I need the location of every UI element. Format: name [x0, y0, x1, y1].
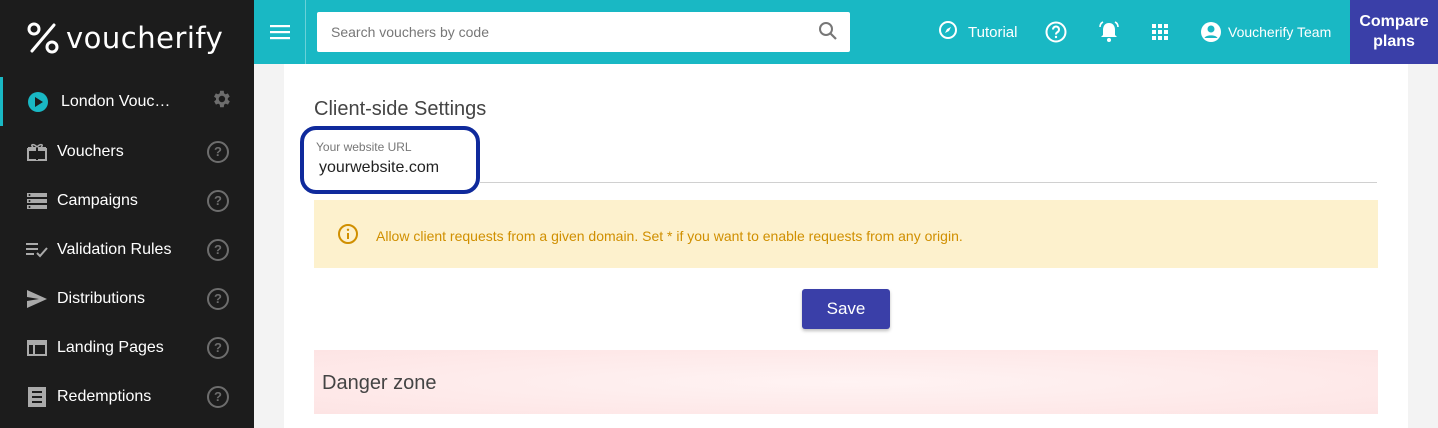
redemptions-icon: [26, 386, 48, 408]
user-menu[interactable]: Voucherify Team: [1200, 0, 1331, 64]
help-icon[interactable]: ?: [207, 287, 229, 310]
tutorial-button[interactable]: Tutorial: [938, 0, 1017, 64]
help-icon[interactable]: ?: [207, 189, 229, 212]
campaigns-icon: [26, 190, 48, 212]
help-icon[interactable]: ?: [207, 140, 229, 163]
search-box: [317, 12, 850, 52]
help-icon[interactable]: ?: [207, 238, 229, 261]
website-url-label: Your website URL: [316, 140, 412, 154]
sidebar-item-validation-rules[interactable]: Validation Rules ?: [0, 225, 254, 274]
topbar: Tutorial Voucherify Team Compare plans: [254, 0, 1438, 64]
sidebar-item-label: Redemptions: [57, 387, 152, 405]
apps-grid-icon: [1152, 24, 1168, 40]
website-url-field[interactable]: yourwebsite.com: [319, 159, 439, 177]
logo[interactable]: voucherify: [0, 0, 254, 76]
help-icon[interactable]: ?: [207, 385, 229, 408]
info-banner: Allow client requests from a given domai…: [314, 200, 1378, 268]
sidebar-item-vouchers[interactable]: Vouchers ?: [0, 127, 254, 176]
save-button[interactable]: Save: [802, 289, 890, 329]
sidebar-item-label: Campaigns: [57, 191, 138, 209]
sidebar-item-label: Landing Pages: [57, 338, 164, 356]
gift-icon: [26, 141, 48, 163]
sidebar-item-landing-pages[interactable]: Landing Pages ?: [0, 323, 254, 372]
sidebar-item-label: Validation Rules: [57, 240, 172, 258]
sidebar-item-label: Distributions: [57, 289, 146, 307]
sidebar: voucherify London Vouc… Vouchers ? Campa…: [0, 0, 254, 428]
sidebar-item-distributions[interactable]: Distributions ?: [0, 274, 254, 323]
sidebar-item-project[interactable]: London Vouc…: [0, 77, 254, 126]
bell-icon: [1099, 21, 1119, 42]
user-name: Voucherify Team: [1228, 24, 1332, 40]
apps-button[interactable]: [1152, 0, 1168, 64]
search-icon[interactable]: [818, 21, 838, 46]
info-icon: [338, 224, 358, 249]
section-title: Client-side Settings: [314, 98, 487, 120]
gear-icon[interactable]: [210, 88, 232, 115]
danger-zone-title: Danger zone: [322, 372, 437, 394]
sidebar-item-redemptions[interactable]: Redemptions ?: [0, 372, 254, 421]
send-icon: [26, 288, 48, 310]
validation-rules-icon: [26, 239, 48, 261]
compass-icon: [938, 20, 958, 44]
sidebar-item-label: Vouchers: [57, 142, 124, 160]
logo-text: voucherify: [66, 21, 224, 55]
landing-page-icon: [26, 337, 48, 359]
info-text: Allow client requests from a given domai…: [376, 228, 963, 244]
compare-plans-button[interactable]: Compare plans: [1350, 0, 1438, 64]
percent-logo-icon: [27, 22, 59, 54]
menu-icon[interactable]: [254, 0, 306, 64]
sidebar-item-campaigns[interactable]: Campaigns ?: [0, 176, 254, 225]
play-icon: [27, 91, 49, 113]
tutorial-label: Tutorial: [968, 23, 1018, 41]
project-name: London Vouc…: [61, 92, 171, 110]
danger-zone: Danger zone: [314, 350, 1378, 414]
question-circle-icon: [1045, 21, 1067, 43]
help-icon[interactable]: ?: [207, 336, 229, 359]
search-input[interactable]: [331, 24, 801, 40]
user-avatar-icon: [1201, 22, 1221, 42]
input-underline: [480, 182, 1377, 183]
notifications-button[interactable]: [1097, 0, 1121, 64]
help-button[interactable]: [1045, 0, 1067, 64]
